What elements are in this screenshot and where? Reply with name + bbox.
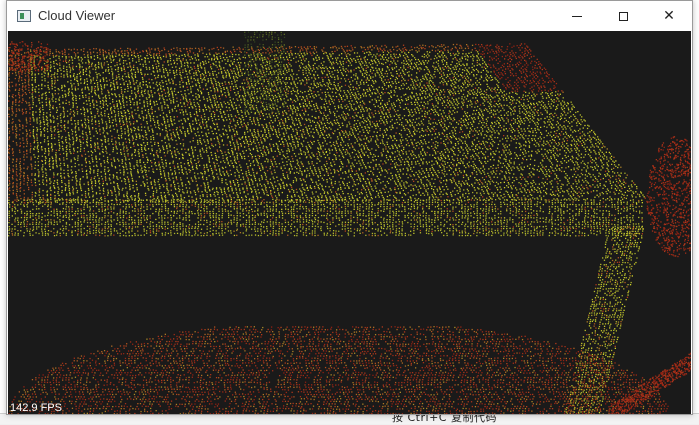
close-button[interactable]: ✕ [646, 1, 692, 31]
maximize-icon [618, 11, 628, 21]
fps-counter: 142.9 FPS [10, 402, 62, 414]
close-icon: ✕ [663, 8, 675, 24]
title-bar[interactable]: Cloud Viewer ✕ [7, 1, 692, 31]
cloud-viewer-window: Cloud Viewer ✕ 142.9 FPS [6, 0, 693, 415]
app-icon [17, 10, 31, 22]
point-cloud-canvas[interactable] [8, 31, 691, 414]
maximize-button[interactable] [600, 1, 646, 31]
window-title: Cloud Viewer [38, 8, 116, 23]
point-cloud-viewport[interactable]: 142.9 FPS [8, 31, 691, 414]
minimize-button[interactable] [554, 1, 600, 31]
minimize-icon [572, 15, 582, 17]
